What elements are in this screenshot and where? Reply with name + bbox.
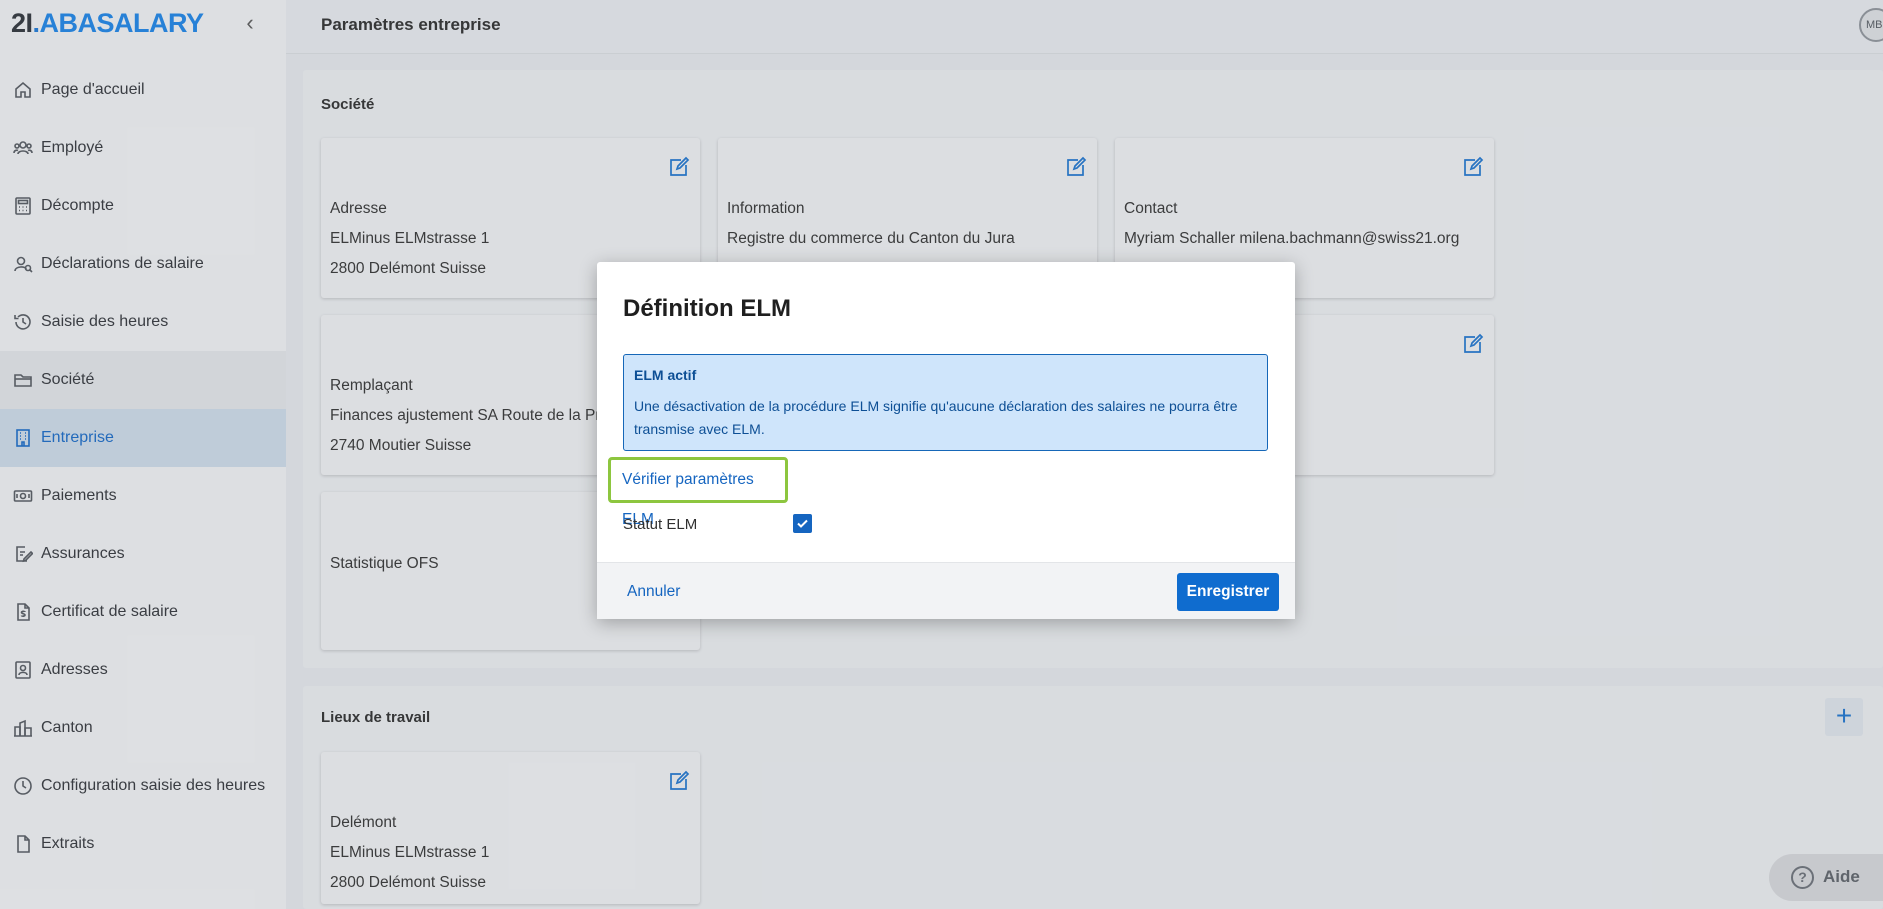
checkmark-icon bbox=[797, 519, 808, 528]
info-alert-text: Une désactivation de la procédure ELM si… bbox=[634, 398, 1238, 437]
help-button[interactable]: ? Aide bbox=[1769, 854, 1883, 901]
dialog-footer: Annuler Enregistrer bbox=[597, 562, 1295, 619]
elm-definition-dialog: Définition ELM ELM actif Une désactivati… bbox=[597, 262, 1295, 619]
statut-elm-checkbox[interactable] bbox=[793, 514, 812, 533]
cancel-button[interactable]: Annuler bbox=[627, 583, 680, 601]
dialog-title: Définition ELM bbox=[623, 295, 791, 322]
info-alert: ELM actif Une désactivation de la procéd… bbox=[623, 354, 1268, 451]
save-button[interactable]: Enregistrer bbox=[1177, 573, 1279, 611]
help-label: Aide bbox=[1823, 867, 1860, 886]
statut-elm-label: Statut ELM bbox=[623, 516, 698, 533]
verify-elm-settings-link[interactable]: Vérifier paramètres ELM bbox=[608, 457, 788, 528]
info-alert-title: ELM actif bbox=[634, 367, 697, 383]
help-icon: ? bbox=[1791, 866, 1814, 889]
